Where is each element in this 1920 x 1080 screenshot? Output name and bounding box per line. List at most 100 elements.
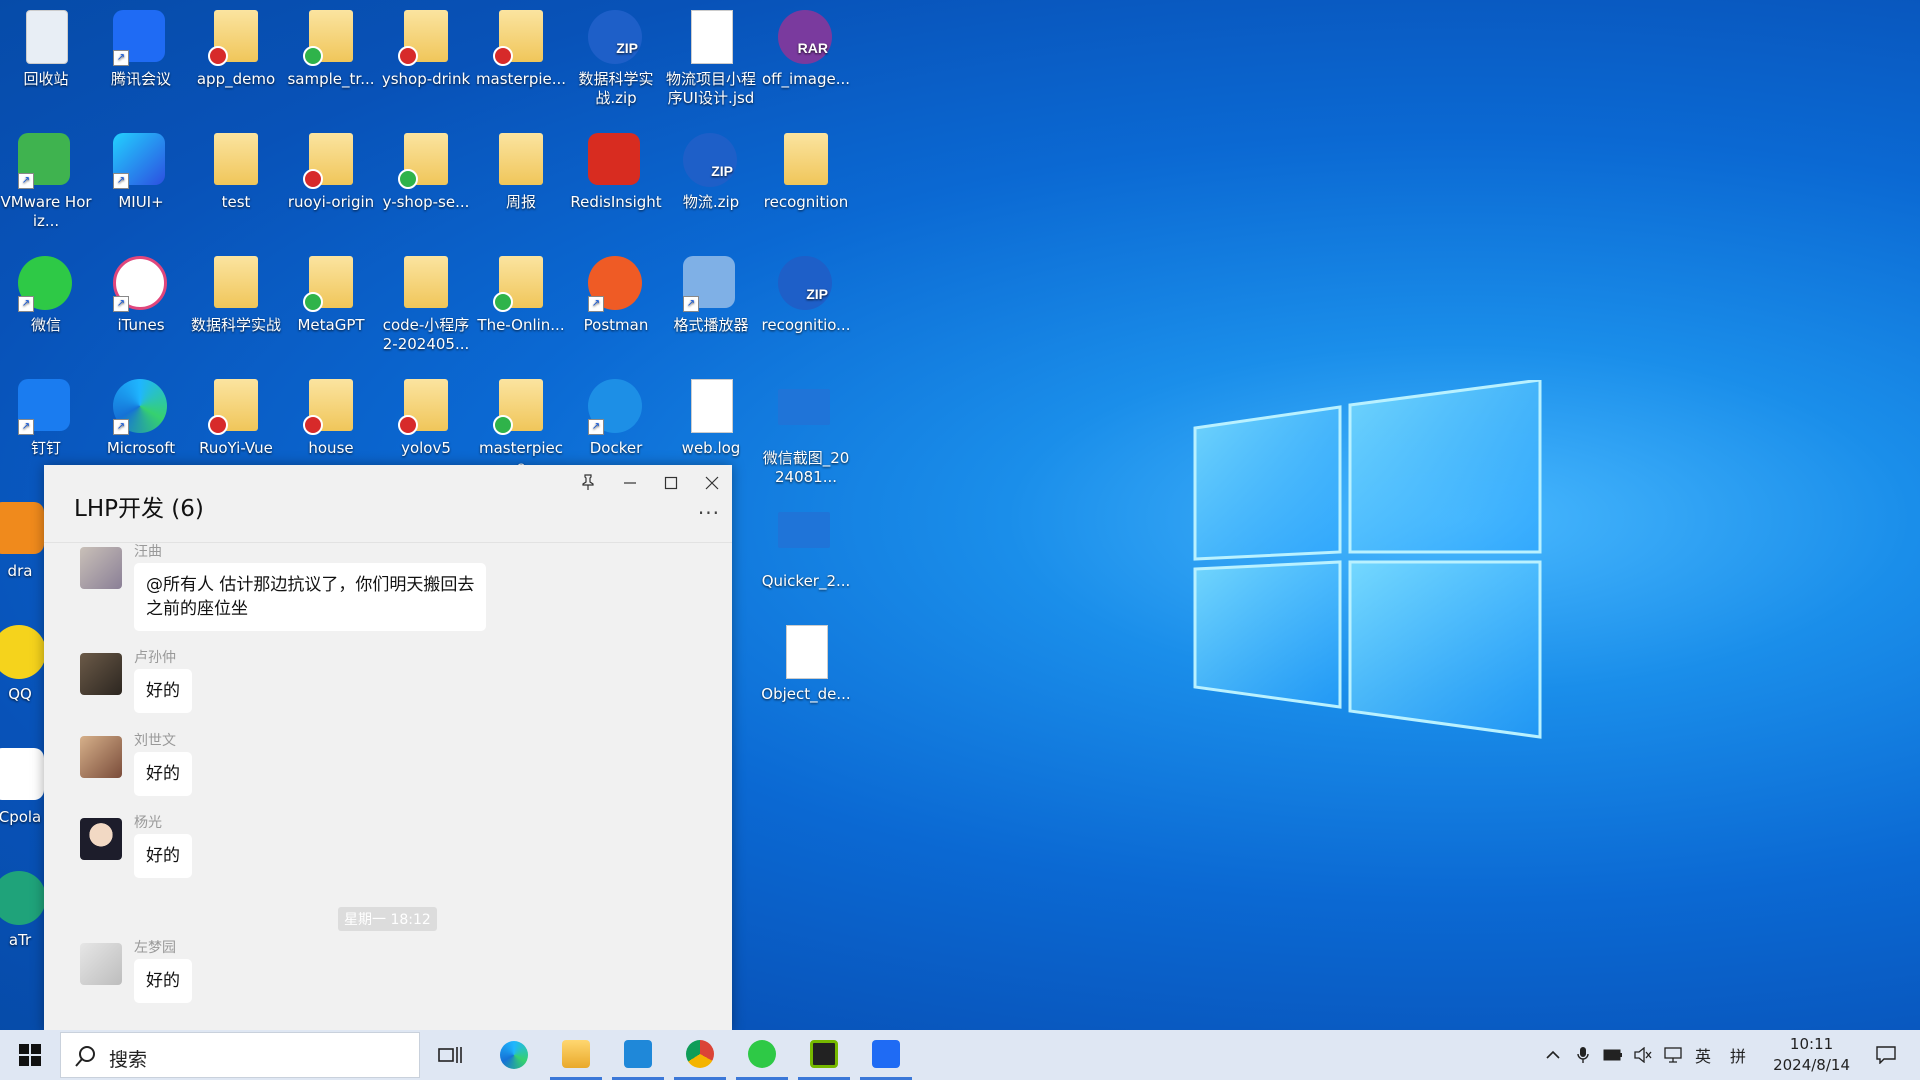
folder-icon (493, 133, 549, 189)
taskbar-vscode[interactable] (612, 1030, 664, 1080)
desktop-icon-dra[interactable]: dra (0, 502, 50, 581)
desktop-icon-weekly-report[interactable]: 周报 (475, 133, 567, 212)
desktop-icon-recognition[interactable]: recognition (760, 133, 852, 212)
desktop-icon-logistics-zip[interactable]: ZIP 物流.zip (665, 133, 757, 212)
search-icon (75, 1046, 95, 1067)
desktop-icon-app-demo[interactable]: app_demo (190, 10, 282, 89)
vmware-horizon-icon: ↗ (18, 133, 74, 189)
chat-title: LHP开发 (6) (74, 496, 204, 522)
desktop-icon-postman[interactable]: ↗ Postman (570, 256, 662, 335)
taskbar: 搜索 英 拼 10:11 2024/8/14 (0, 1030, 1920, 1080)
desktop-icon-vmware-horizon[interactable]: ↗ VMware Horiz... (0, 133, 92, 231)
message-bubble[interactable]: 好的 (134, 959, 192, 1003)
taskbar-tencent-meeting[interactable] (860, 1030, 912, 1080)
close-button[interactable] (698, 473, 726, 497)
desktop-icon-quicker[interactable]: Quicker_2... (760, 502, 852, 591)
task-view-button[interactable] (424, 1030, 476, 1080)
wechat-icon: ↗ (18, 256, 74, 312)
desktop-icon-logistics-jsd[interactable]: 物流项目小程序UI设计.jsd (665, 10, 757, 108)
folder-icon (303, 133, 359, 189)
minimize-button[interactable] (616, 473, 644, 497)
desktop-icon-wechat[interactable]: ↗ 微信 (0, 256, 92, 335)
desktop-icon-miui[interactable]: ↗ MIUI+ (95, 133, 187, 212)
desktop-icon-wechat-screenshot[interactable]: 微信截图_2024081... (760, 379, 852, 487)
avatar[interactable] (80, 736, 122, 778)
desktop-icon-web-log[interactable]: web.log (665, 379, 757, 458)
desktop-icon-ruoyi-origin[interactable]: ruoyi-origin (285, 133, 377, 212)
taskbar-edge[interactable] (488, 1030, 540, 1080)
maximize-button[interactable] (657, 473, 685, 497)
folder-icon (208, 10, 264, 66)
desktop-icon-masterpie[interactable]: masterpie... (475, 10, 567, 89)
tray-microphone[interactable] (1570, 1030, 1596, 1080)
folder-icon (493, 379, 549, 435)
desktop-icon-format-player[interactable]: ↗ 格式播放器 (665, 256, 757, 335)
avatar[interactable] (80, 818, 122, 860)
desktop-icon-house[interactable]: house (285, 379, 377, 458)
more-options-button[interactable]: ··· (698, 501, 720, 525)
tray-network[interactable] (1660, 1030, 1686, 1080)
notification-icon (1876, 1046, 1896, 1064)
network-icon (1664, 1047, 1682, 1063)
avatar[interactable] (80, 653, 122, 695)
desktop-icon-dingtalk[interactable]: ↗ 钉钉 (0, 379, 92, 458)
desktop-icon-microsoft-edge[interactable]: ↗ Microsoft (95, 379, 187, 458)
desktop-icon-data-science-zip[interactable]: ZIP 数据科学实战.zip (570, 10, 662, 108)
desktop-icon-code-miniprogram[interactable]: code-小程序2-202405... (380, 256, 472, 354)
message-bubble[interactable]: 好的 (134, 669, 192, 713)
ime-language[interactable]: 英 (1690, 1030, 1716, 1080)
taskbar-nvidia[interactable] (798, 1030, 850, 1080)
avatar[interactable] (80, 547, 122, 589)
message-bubble[interactable]: 好的 (134, 752, 192, 796)
taskbar-clock[interactable]: 10:11 2024/8/14 (1773, 1034, 1850, 1076)
desktop-icon-metagpt[interactable]: MetaGPT (285, 256, 377, 335)
start-button[interactable] (4, 1030, 56, 1080)
avatar[interactable] (80, 943, 122, 985)
notification-center-button[interactable] (1866, 1030, 1906, 1080)
desktop-icon-yolov5[interactable]: yolov5 (380, 379, 472, 458)
desktop-icon-tencent-meeting[interactable]: ↗ 腾讯会议 (95, 10, 187, 89)
pin-button[interactable] (574, 473, 602, 497)
desktop-icon-yshop-drink[interactable]: yshop-drink (380, 10, 472, 89)
desktop-icon-itunes[interactable]: ↗ iTunes (95, 256, 187, 335)
desktop-icon-sample-tr[interactable]: sample_tr... (285, 10, 377, 89)
edge-icon: ↗ (113, 379, 169, 435)
desktop-icon-ruoyi-vue[interactable]: RuoYi-Vue (190, 379, 282, 458)
desktop-icon-y-shop-se[interactable]: y-shop-se... (380, 133, 472, 212)
message-sender: 杨光 (134, 815, 162, 831)
desktop-icon-recycle-bin[interactable]: 回收站 (0, 10, 92, 89)
folder-icon (303, 10, 359, 66)
taskbar-search-box[interactable]: 搜索 (60, 1032, 420, 1078)
qq-icon (0, 625, 48, 681)
desktop-icon-redisinsight[interactable]: RedisInsight (570, 133, 662, 212)
folder-icon (398, 379, 454, 435)
text-file-icon (683, 379, 739, 435)
tray-volume[interactable] (1630, 1030, 1656, 1080)
vscode-icon (624, 1039, 652, 1068)
message-timestamp: 星期一 18:12 (338, 907, 437, 931)
tray-battery[interactable] (1600, 1030, 1626, 1080)
message-bubble[interactable]: @所有人 估计那边抗议了，你们明天搬回去 之前的座位坐 (134, 563, 487, 631)
desktop-icon-cpolar[interactable]: Cpola (0, 748, 50, 827)
desktop-icon-off-image[interactable]: RAR off_image... (760, 10, 852, 89)
desktop-icon-atr[interactable]: aTr (0, 871, 50, 950)
close-icon (705, 476, 719, 490)
pin-icon (582, 474, 594, 490)
message-bubble[interactable]: 好的 (134, 834, 192, 878)
desktop-icon-test[interactable]: test (190, 133, 282, 212)
redisinsight-icon (588, 133, 644, 189)
desktop-icon-recognition-zip[interactable]: ZIP recognitio... (760, 256, 852, 335)
show-hidden-icons-button[interactable] (1540, 1030, 1566, 1080)
desktop-icon-docker[interactable]: ↗ Docker (570, 379, 662, 458)
desktop-icon-data-science[interactable]: 数据科学实战 (190, 256, 282, 335)
message-sender: 刘世文 (134, 733, 176, 749)
taskbar-chrome[interactable] (674, 1030, 726, 1080)
taskbar-wechat[interactable] (736, 1030, 788, 1080)
desktop-icon-the-online[interactable]: The-Onlin... (475, 256, 567, 335)
desktop-icon-object-de[interactable]: Object_de... (760, 625, 852, 704)
taskbar-file-explorer[interactable] (550, 1030, 602, 1080)
desktop-icon-qq[interactable]: QQ (0, 625, 50, 704)
ime-mode[interactable]: 拼 (1725, 1030, 1751, 1080)
clock-time: 10:11 (1789, 1035, 1834, 1053)
desktop-icon-masterpiece[interactable]: masterpiece (475, 379, 567, 477)
